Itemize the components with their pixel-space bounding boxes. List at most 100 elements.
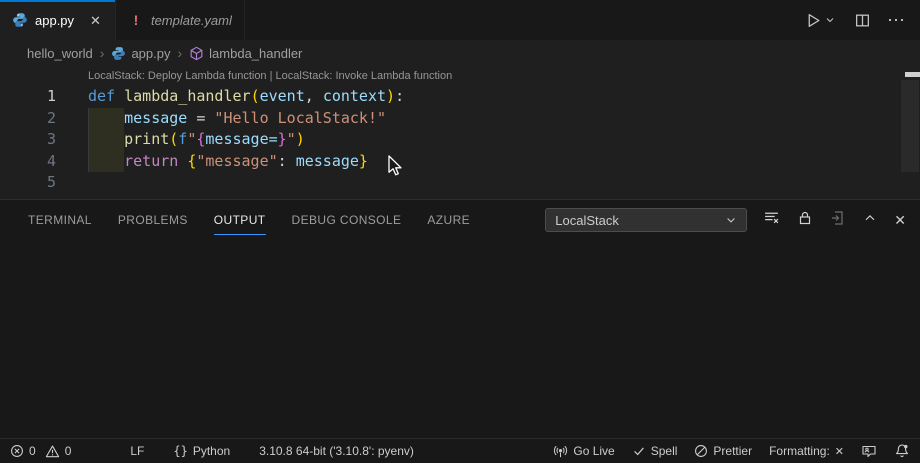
code-token: )	[296, 130, 305, 148]
panel-tab-azure[interactable]: AZURE	[427, 200, 470, 240]
run-dropdown-chevron-icon[interactable]	[824, 14, 836, 26]
tab-label: template.yaml	[151, 13, 232, 28]
tab-app-py[interactable]: app.py ✕	[0, 0, 116, 40]
warning-count: 0	[65, 444, 72, 458]
go-live-button[interactable]: Go Live	[553, 444, 614, 459]
panel-header: TERMINAL PROBLEMS OUTPUT DEBUG CONSOLE A…	[0, 200, 920, 240]
line-number[interactable]: 5	[0, 172, 56, 194]
problems-status[interactable]: 0 0	[10, 444, 71, 459]
close-tab-icon[interactable]: ✕	[88, 12, 103, 29]
code-token: lambda_handler	[124, 87, 250, 105]
maximize-panel-icon[interactable]	[863, 211, 877, 230]
code-token: "Hello LocalStack!"	[214, 109, 386, 127]
circle-slash-icon	[694, 444, 708, 458]
breadcrumb-symbol[interactable]: lambda_handler	[189, 46, 302, 61]
panel-tab-problems[interactable]: PROBLEMS	[118, 200, 188, 240]
code-token: message	[124, 109, 187, 127]
bottom-panel: TERMINAL PROBLEMS OUTPUT DEBUG CONSOLE A…	[0, 199, 920, 438]
code-token: return	[124, 152, 187, 170]
code-line[interactable]: 1 def lambda_handler(event, context):	[0, 86, 920, 108]
braces-icon: {}	[173, 444, 187, 458]
yaml-warning-icon: !	[128, 12, 144, 28]
code-token: "message"	[196, 152, 277, 170]
language-mode[interactable]: {} Python	[173, 444, 230, 458]
tab-template-yaml[interactable]: ! template.yaml	[116, 0, 245, 40]
code-line[interactable]: 5	[0, 172, 920, 194]
code-token: event	[260, 87, 305, 105]
code-token: }	[278, 130, 287, 148]
code-token: (	[251, 87, 260, 105]
formatting-status[interactable]: Formatting: ✕	[769, 444, 844, 458]
breadcrumb-file[interactable]: app.py	[111, 46, 170, 61]
panel-tab-terminal[interactable]: TERMINAL	[28, 200, 92, 240]
code-token: context	[323, 87, 386, 105]
editor-scrollbar[interactable]	[905, 72, 920, 77]
indent-highlight	[88, 129, 124, 151]
code-text[interactable]: print(f"{message=}")	[88, 129, 305, 151]
output-channel-value: LocalStack	[555, 213, 619, 228]
code-token: )	[386, 87, 395, 105]
eol-indicator[interactable]: LF	[130, 444, 144, 458]
bell-dot-icon	[894, 443, 910, 459]
python-icon	[12, 12, 28, 28]
notifications-button[interactable]	[894, 443, 910, 459]
code-text[interactable]: message = "Hello LocalStack!"	[88, 108, 386, 130]
code-token: :	[278, 152, 296, 170]
line-number[interactable]: 2	[0, 108, 56, 130]
breadcrumb-folder[interactable]: hello_world	[27, 46, 93, 61]
panel-tab-output[interactable]: OUTPUT	[214, 200, 266, 240]
breadcrumb: hello_world › app.py › lambda_handler	[0, 40, 920, 66]
breadcrumb-separator: ›	[177, 45, 182, 61]
open-output-in-editor-icon[interactable]	[830, 210, 846, 231]
clear-output-icon[interactable]	[763, 209, 780, 231]
code-line[interactable]: 4 return {"message": message}	[0, 151, 920, 173]
editor-actions: ⋯	[805, 0, 920, 40]
split-editor-icon[interactable]	[854, 12, 871, 29]
prettier-status[interactable]: Prettier	[694, 444, 752, 458]
spell-checker-status[interactable]: Spell	[632, 444, 678, 458]
feedback-icon	[861, 443, 877, 459]
error-count: 0	[29, 444, 36, 458]
code-token: ,	[305, 87, 323, 105]
tab-label: app.py	[35, 13, 74, 28]
code-token: :	[395, 87, 404, 105]
code-text[interactable]: return {"message": message}	[88, 151, 368, 173]
warning-icon	[45, 444, 60, 459]
output-panel-content[interactable]	[0, 240, 920, 438]
python-icon	[111, 46, 126, 61]
code-token: f	[178, 130, 187, 148]
indent-highlight	[88, 108, 124, 130]
codelens-localstack-actions[interactable]: LocalStack: Deploy Lambda function | Loc…	[88, 66, 920, 86]
code-line[interactable]: 2 message = "Hello LocalStack!"	[0, 108, 920, 130]
status-bar: 0 0 LF {} Python 3.10.8 64-bit ('3.10.8'…	[0, 438, 920, 463]
code-token: =	[187, 109, 214, 127]
more-actions-icon[interactable]: ⋯	[887, 10, 906, 31]
code-token: "	[287, 130, 296, 148]
check-icon	[632, 444, 646, 458]
close-panel-icon[interactable]: ✕	[894, 212, 906, 229]
symbol-method-icon	[189, 46, 204, 61]
scroll-lock-icon[interactable]	[797, 210, 813, 231]
python-interpreter[interactable]: 3.10.8 64-bit ('3.10.8': pyenv)	[259, 444, 414, 458]
line-number[interactable]: 3	[0, 129, 56, 151]
code-token: {	[187, 152, 196, 170]
output-channel-dropdown[interactable]: LocalStack	[545, 208, 747, 232]
code-token: message	[296, 152, 359, 170]
code-token: print	[124, 130, 169, 148]
code-token: (	[169, 130, 178, 148]
code-editor[interactable]: LocalStack: Deploy Lambda function | Loc…	[0, 66, 920, 199]
error-icon	[10, 444, 24, 458]
code-token: =	[269, 130, 278, 148]
line-number[interactable]: 4	[0, 151, 56, 173]
feedback-button[interactable]	[861, 443, 877, 459]
line-number[interactable]: 1	[0, 86, 56, 108]
run-python-file-button[interactable]	[805, 12, 822, 29]
code-line[interactable]: 3print(f"{message=}")	[0, 129, 920, 151]
vscode-window: app.py ✕ ! template.yaml ⋯ hello_wo	[0, 0, 920, 463]
code-text[interactable]: def lambda_handler(event, context):	[88, 86, 404, 108]
code-lines: 1 def lambda_handler(event, context): 2 mes…	[0, 86, 920, 194]
broadcast-icon	[553, 444, 568, 459]
minimap[interactable]	[901, 80, 919, 172]
panel-tab-debug-console[interactable]: DEBUG CONSOLE	[292, 200, 402, 240]
code-token: message	[205, 130, 268, 148]
